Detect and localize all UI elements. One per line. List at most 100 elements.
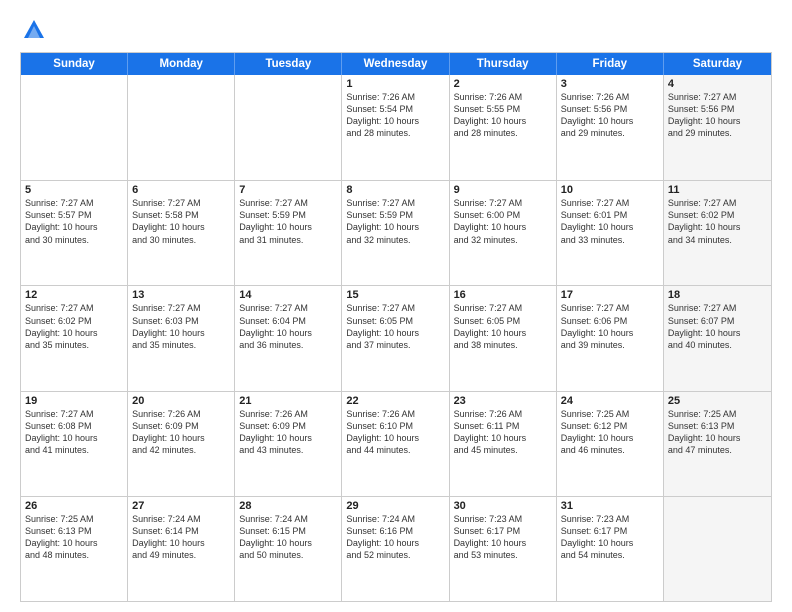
day-number: 7: [239, 184, 337, 196]
cell-info: Sunrise: 7:27 AM Sunset: 6:03 PM Dayligh…: [132, 302, 230, 351]
calendar-cell: 31Sunrise: 7:23 AM Sunset: 6:17 PM Dayli…: [557, 497, 664, 601]
calendar-cell: 27Sunrise: 7:24 AM Sunset: 6:14 PM Dayli…: [128, 497, 235, 601]
calendar-row-2: 12Sunrise: 7:27 AM Sunset: 6:02 PM Dayli…: [21, 285, 771, 390]
calendar-cell: 28Sunrise: 7:24 AM Sunset: 6:15 PM Dayli…: [235, 497, 342, 601]
day-number: 19: [25, 395, 123, 407]
day-number: 14: [239, 289, 337, 301]
calendar-cell: 12Sunrise: 7:27 AM Sunset: 6:02 PM Dayli…: [21, 286, 128, 390]
calendar-cell: 20Sunrise: 7:26 AM Sunset: 6:09 PM Dayli…: [128, 392, 235, 496]
calendar-cell: 18Sunrise: 7:27 AM Sunset: 6:07 PM Dayli…: [664, 286, 771, 390]
cell-info: Sunrise: 7:26 AM Sunset: 5:55 PM Dayligh…: [454, 91, 552, 140]
cell-info: Sunrise: 7:24 AM Sunset: 6:15 PM Dayligh…: [239, 513, 337, 562]
day-number: 16: [454, 289, 552, 301]
calendar-cell: 13Sunrise: 7:27 AM Sunset: 6:03 PM Dayli…: [128, 286, 235, 390]
calendar-cell: 9Sunrise: 7:27 AM Sunset: 6:00 PM Daylig…: [450, 181, 557, 285]
calendar-row-1: 5Sunrise: 7:27 AM Sunset: 5:57 PM Daylig…: [21, 180, 771, 285]
day-number: 31: [561, 500, 659, 512]
cell-info: Sunrise: 7:23 AM Sunset: 6:17 PM Dayligh…: [561, 513, 659, 562]
cell-info: Sunrise: 7:27 AM Sunset: 6:06 PM Dayligh…: [561, 302, 659, 351]
calendar-cell: 15Sunrise: 7:27 AM Sunset: 6:05 PM Dayli…: [342, 286, 449, 390]
header-day-saturday: Saturday: [664, 53, 771, 75]
calendar-cell: 22Sunrise: 7:26 AM Sunset: 6:10 PM Dayli…: [342, 392, 449, 496]
day-number: 26: [25, 500, 123, 512]
day-number: 20: [132, 395, 230, 407]
day-number: 6: [132, 184, 230, 196]
calendar-cell: [128, 75, 235, 180]
logo-icon: [20, 16, 48, 44]
day-number: 25: [668, 395, 767, 407]
calendar-cell: 14Sunrise: 7:27 AM Sunset: 6:04 PM Dayli…: [235, 286, 342, 390]
cell-info: Sunrise: 7:23 AM Sunset: 6:17 PM Dayligh…: [454, 513, 552, 562]
day-number: 24: [561, 395, 659, 407]
calendar-cell: 3Sunrise: 7:26 AM Sunset: 5:56 PM Daylig…: [557, 75, 664, 180]
day-number: 18: [668, 289, 767, 301]
cell-info: Sunrise: 7:25 AM Sunset: 6:13 PM Dayligh…: [25, 513, 123, 562]
page: SundayMondayTuesdayWednesdayThursdayFrid…: [0, 0, 792, 612]
cell-info: Sunrise: 7:27 AM Sunset: 5:59 PM Dayligh…: [346, 197, 444, 246]
calendar-row-3: 19Sunrise: 7:27 AM Sunset: 6:08 PM Dayli…: [21, 391, 771, 496]
calendar-cell: 21Sunrise: 7:26 AM Sunset: 6:09 PM Dayli…: [235, 392, 342, 496]
cell-info: Sunrise: 7:27 AM Sunset: 6:05 PM Dayligh…: [454, 302, 552, 351]
day-number: 5: [25, 184, 123, 196]
cell-info: Sunrise: 7:26 AM Sunset: 6:10 PM Dayligh…: [346, 408, 444, 457]
cell-info: Sunrise: 7:24 AM Sunset: 6:14 PM Dayligh…: [132, 513, 230, 562]
cell-info: Sunrise: 7:27 AM Sunset: 6:08 PM Dayligh…: [25, 408, 123, 457]
header-day-thursday: Thursday: [450, 53, 557, 75]
day-number: 28: [239, 500, 337, 512]
calendar-cell: [664, 497, 771, 601]
header-day-tuesday: Tuesday: [235, 53, 342, 75]
cell-info: Sunrise: 7:26 AM Sunset: 6:09 PM Dayligh…: [132, 408, 230, 457]
cell-info: Sunrise: 7:27 AM Sunset: 6:04 PM Dayligh…: [239, 302, 337, 351]
calendar-cell: 5Sunrise: 7:27 AM Sunset: 5:57 PM Daylig…: [21, 181, 128, 285]
day-number: 3: [561, 78, 659, 90]
day-number: 15: [346, 289, 444, 301]
calendar-cell: 24Sunrise: 7:25 AM Sunset: 6:12 PM Dayli…: [557, 392, 664, 496]
day-number: 13: [132, 289, 230, 301]
cell-info: Sunrise: 7:27 AM Sunset: 6:01 PM Dayligh…: [561, 197, 659, 246]
calendar-cell: 6Sunrise: 7:27 AM Sunset: 5:58 PM Daylig…: [128, 181, 235, 285]
calendar-cell: 19Sunrise: 7:27 AM Sunset: 6:08 PM Dayli…: [21, 392, 128, 496]
calendar-cell: 16Sunrise: 7:27 AM Sunset: 6:05 PM Dayli…: [450, 286, 557, 390]
day-number: 10: [561, 184, 659, 196]
calendar-cell: 1Sunrise: 7:26 AM Sunset: 5:54 PM Daylig…: [342, 75, 449, 180]
cell-info: Sunrise: 7:27 AM Sunset: 6:02 PM Dayligh…: [25, 302, 123, 351]
header: [20, 16, 772, 44]
cell-info: Sunrise: 7:27 AM Sunset: 6:02 PM Dayligh…: [668, 197, 767, 246]
day-number: 21: [239, 395, 337, 407]
header-day-sunday: Sunday: [21, 53, 128, 75]
calendar-cell: [235, 75, 342, 180]
calendar-body: 1Sunrise: 7:26 AM Sunset: 5:54 PM Daylig…: [21, 75, 771, 601]
day-number: 12: [25, 289, 123, 301]
day-number: 30: [454, 500, 552, 512]
cell-info: Sunrise: 7:27 AM Sunset: 5:58 PM Dayligh…: [132, 197, 230, 246]
header-day-wednesday: Wednesday: [342, 53, 449, 75]
calendar: SundayMondayTuesdayWednesdayThursdayFrid…: [20, 52, 772, 602]
calendar-row-4: 26Sunrise: 7:25 AM Sunset: 6:13 PM Dayli…: [21, 496, 771, 601]
cell-info: Sunrise: 7:27 AM Sunset: 5:59 PM Dayligh…: [239, 197, 337, 246]
calendar-header: SundayMondayTuesdayWednesdayThursdayFrid…: [21, 53, 771, 75]
day-number: 17: [561, 289, 659, 301]
cell-info: Sunrise: 7:25 AM Sunset: 6:12 PM Dayligh…: [561, 408, 659, 457]
cell-info: Sunrise: 7:24 AM Sunset: 6:16 PM Dayligh…: [346, 513, 444, 562]
day-number: 27: [132, 500, 230, 512]
cell-info: Sunrise: 7:27 AM Sunset: 5:56 PM Dayligh…: [668, 91, 767, 140]
calendar-cell: 29Sunrise: 7:24 AM Sunset: 6:16 PM Dayli…: [342, 497, 449, 601]
calendar-cell: 7Sunrise: 7:27 AM Sunset: 5:59 PM Daylig…: [235, 181, 342, 285]
calendar-cell: 25Sunrise: 7:25 AM Sunset: 6:13 PM Dayli…: [664, 392, 771, 496]
day-number: 4: [668, 78, 767, 90]
day-number: 23: [454, 395, 552, 407]
cell-info: Sunrise: 7:27 AM Sunset: 6:05 PM Dayligh…: [346, 302, 444, 351]
calendar-cell: [21, 75, 128, 180]
day-number: 11: [668, 184, 767, 196]
calendar-cell: 10Sunrise: 7:27 AM Sunset: 6:01 PM Dayli…: [557, 181, 664, 285]
day-number: 22: [346, 395, 444, 407]
calendar-cell: 2Sunrise: 7:26 AM Sunset: 5:55 PM Daylig…: [450, 75, 557, 180]
day-number: 29: [346, 500, 444, 512]
calendar-cell: 4Sunrise: 7:27 AM Sunset: 5:56 PM Daylig…: [664, 75, 771, 180]
cell-info: Sunrise: 7:26 AM Sunset: 6:11 PM Dayligh…: [454, 408, 552, 457]
cell-info: Sunrise: 7:27 AM Sunset: 6:00 PM Dayligh…: [454, 197, 552, 246]
calendar-cell: 17Sunrise: 7:27 AM Sunset: 6:06 PM Dayli…: [557, 286, 664, 390]
calendar-cell: 23Sunrise: 7:26 AM Sunset: 6:11 PM Dayli…: [450, 392, 557, 496]
calendar-cell: 26Sunrise: 7:25 AM Sunset: 6:13 PM Dayli…: [21, 497, 128, 601]
calendar-cell: 11Sunrise: 7:27 AM Sunset: 6:02 PM Dayli…: [664, 181, 771, 285]
